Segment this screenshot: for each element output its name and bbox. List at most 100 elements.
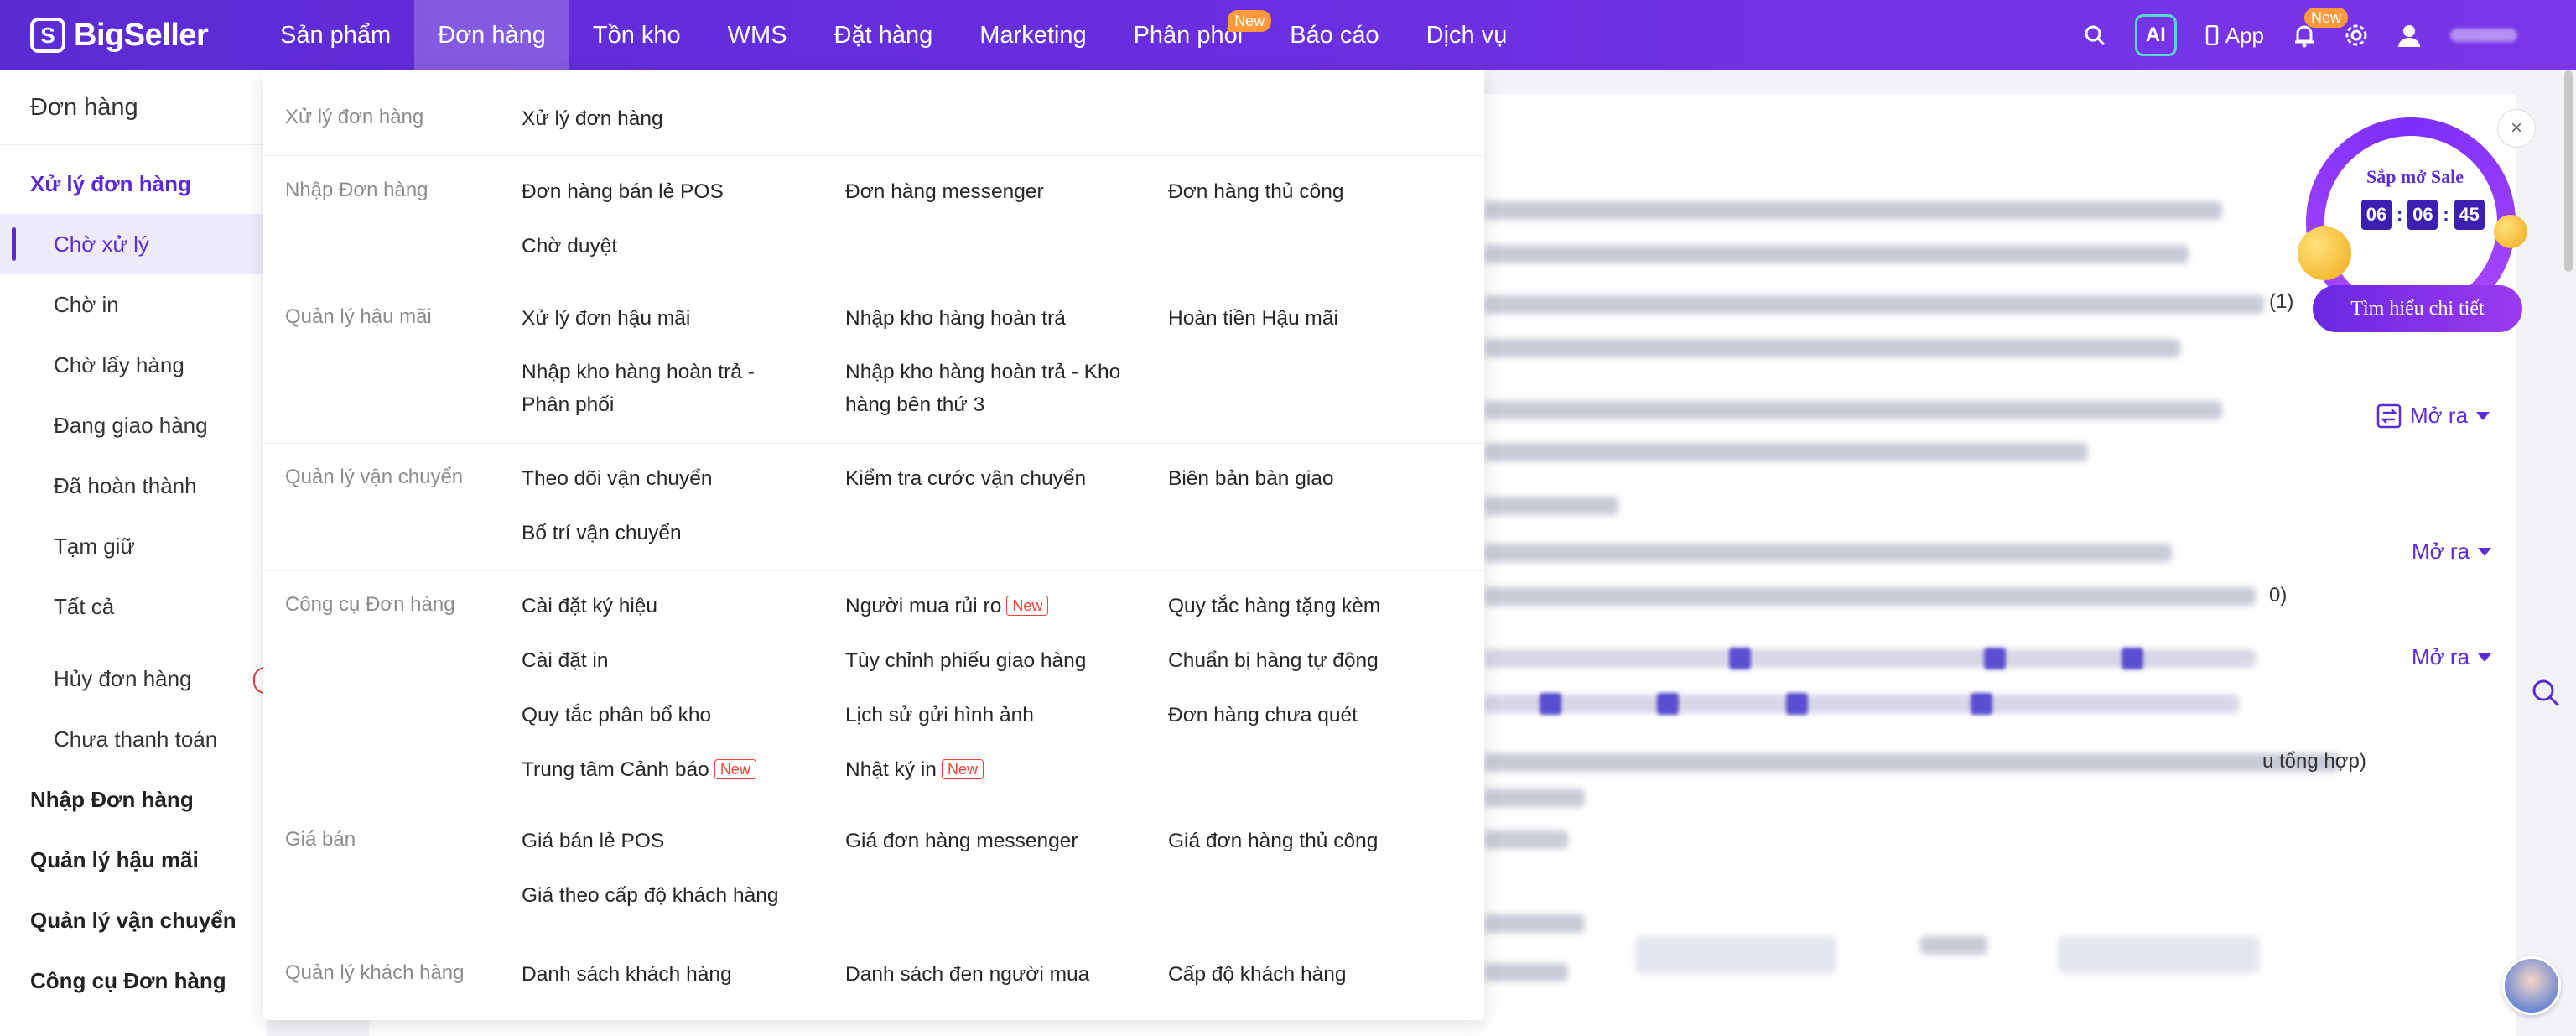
- gear-icon[interactable]: [2345, 23, 2368, 47]
- user-avatar-icon[interactable]: [2397, 23, 2422, 48]
- left-sidebar: Đơn hàng Xử lý đơn hàng Chờ xử lý Chờ in…: [0, 70, 267, 1036]
- sidebar-item-huy-don-hang[interactable]: Hủy đơn hàng: [0, 648, 267, 709]
- sidebar-group-xu-ly[interactable]: Xử lý đơn hàng: [0, 154, 267, 214]
- countdown-timer: 06: 06: 45: [2361, 200, 2485, 230]
- sidebar-group-van-chuyen[interactable]: Quản lý vận chuyển: [0, 890, 267, 950]
- menu-category: Quản lý vận chuyển: [285, 466, 464, 488]
- orders-mega-menu: Xử lý đơn hàng Xử lý đơn hàng Nhập Đơn h…: [263, 70, 1484, 1020]
- sidebar-item-cho-xu-ly[interactable]: Chờ xử lý: [0, 214, 267, 274]
- nav-dich-vu[interactable]: Dịch vụ: [1403, 0, 1531, 70]
- sale-promo-widget[interactable]: Sắp mở Sale 06: 06: 45 Tìm hiểu chi tiết: [2298, 117, 2532, 344]
- menu-section-van-chuyen: Quản lý vận chuyển Theo dõi vận chuyển K…: [263, 443, 1484, 571]
- page-scrollbar[interactable]: [2564, 70, 2573, 272]
- menu-link-theo-doi[interactable]: Theo dõi vận chuyển: [522, 462, 807, 495]
- menu-link-gia-pos[interactable]: Giá bán lẻ POS: [522, 825, 807, 857]
- notification-badge: New: [2304, 8, 2349, 28]
- menu-section-xu-ly: Xử lý đơn hàng Xử lý đơn hàng: [263, 70, 1484, 156]
- new-tag: New: [941, 759, 984, 779]
- floating-search-icon[interactable]: [2529, 676, 2563, 710]
- coin-icon: [2298, 226, 2351, 280]
- menu-section-khach-hang: Quản lý khách hàng Danh sách khách hàng …: [263, 934, 1484, 1020]
- new-tag: New: [714, 759, 756, 779]
- menu-link-hoan-tra-kho-3[interactable]: Nhập kho hàng hoàn trả - Kho hàng bên th…: [845, 356, 1130, 421]
- menu-category: Quản lý khách hàng: [285, 961, 465, 984]
- menu-link-ban-giao[interactable]: Biên bản bàn giao: [1168, 462, 1453, 495]
- menu-link-nhat-ky-in[interactable]: Nhật ký in New: [845, 753, 1130, 786]
- nav-marketing[interactable]: Marketing: [956, 0, 1109, 70]
- menu-link-messenger[interactable]: Đơn hàng messenger: [845, 175, 1130, 208]
- menu-link-pos[interactable]: Đơn hàng bán lẻ POS: [522, 175, 807, 208]
- nav-ton-kho[interactable]: Tồn kho: [569, 0, 704, 70]
- menu-link-hang-tang-kem[interactable]: Quy tắc hàng tặng kèm: [1168, 590, 1453, 622]
- sidebar-group-nhap[interactable]: Nhập Đơn hàng: [0, 769, 267, 830]
- menu-link-ky-hieu[interactable]: Cài đặt ký hiệu: [522, 590, 807, 622]
- nav-san-pham[interactable]: Sản phẩm: [257, 0, 414, 70]
- support-avatar[interactable]: [2502, 956, 2561, 1015]
- menu-link-cap-do-kh[interactable]: Cấp độ khách hàng: [1168, 958, 1453, 991]
- nav-dat-hang[interactable]: Đặt hàng: [811, 0, 957, 70]
- menu-link-hoan-tra-phan-phoi[interactable]: Nhập kho hàng hoàn trả - Phân phối: [522, 356, 807, 421]
- menu-link-gia-messenger[interactable]: Giá đơn hàng messenger: [845, 825, 1130, 857]
- expand-toggle-2[interactable]: Mở ra: [2412, 539, 2492, 565]
- menu-link-phan-bo-kho[interactable]: Quy tắc phân bổ kho: [522, 699, 807, 731]
- menu-link-chuan-bi-hang[interactable]: Chuẩn bị hàng tự động: [1168, 644, 1453, 677]
- bg-fragment-summary: u tổng hợp): [2262, 750, 2366, 773]
- bigseller-logo[interactable]: S BigSeller: [30, 18, 257, 54]
- timer-hours: 06: [2361, 200, 2392, 230]
- sidebar-item-chua-thanh-toan[interactable]: Chưa thanh toán: [0, 709, 267, 769]
- bell-icon[interactable]: New: [2293, 8, 2349, 48]
- sidebar-item-da-hoan-thanh[interactable]: Đã hoàn thành: [0, 456, 267, 516]
- nav-bao-cao[interactable]: Báo cáo: [1266, 0, 1402, 70]
- user-name-blurred[interactable]: [2450, 29, 2517, 42]
- menu-section-gia-ban: Giá bán Giá bán lẻ POS Giá đơn hàng mess…: [263, 804, 1484, 934]
- sidebar-group-hau-mai[interactable]: Quản lý hậu mãi: [0, 830, 267, 890]
- menu-link-canh-bao[interactable]: Trung tâm Cảnh báo New: [522, 753, 807, 786]
- expand-toggle-3[interactable]: Mở ra: [2412, 644, 2492, 670]
- sidebar-item-dang-giao-hang[interactable]: Đang giao hàng: [0, 395, 267, 456]
- new-tag: New: [1006, 596, 1049, 616]
- menu-link-xu-ly-don-hang[interactable]: Xử lý đơn hàng: [522, 102, 807, 135]
- logo-text: BigSeller: [74, 17, 209, 53]
- expand-toggle-1[interactable]: Mở ra: [2376, 403, 2490, 429]
- menu-link-xu-ly-hau-mai[interactable]: Xử lý đơn hậu mãi: [522, 302, 807, 335]
- sidebar-item-tam-giu[interactable]: Tạm giữ: [0, 516, 267, 576]
- menu-link-danh-sach-den[interactable]: Danh sách đen người mua: [845, 958, 1130, 991]
- nav-phan-phoi[interactable]: Phân phối New: [1110, 0, 1272, 70]
- menu-link-nhap-kho-hoan-tra[interactable]: Nhập kho hàng hoàn trả: [845, 302, 1130, 335]
- sidebar-item-tat-ca[interactable]: Tất cả: [0, 576, 267, 637]
- search-icon[interactable]: [2083, 23, 2106, 47]
- nav-wms[interactable]: WMS: [704, 0, 811, 70]
- promo-title: Sắp mở Sale: [2366, 166, 2464, 187]
- bg-fragment-count-2: 0): [2269, 584, 2288, 607]
- menu-link-cho-duyet[interactable]: Chờ duyệt: [522, 230, 807, 263]
- swap-icon: [2376, 403, 2402, 429]
- menu-link-thu-cong[interactable]: Đơn hàng thủ công: [1168, 175, 1453, 208]
- ai-button[interactable]: AI: [2134, 14, 2177, 56]
- menu-link-phieu-giao-hang[interactable]: Tùy chỉnh phiếu giao hàng: [845, 644, 1130, 677]
- menu-link-chua-quet[interactable]: Đơn hàng chưa quét: [1168, 699, 1453, 731]
- menu-link-gia-cap-do[interactable]: Giá theo cấp độ khách hàng: [522, 879, 807, 912]
- menu-link-bo-tri[interactable]: Bố trí vận chuyển: [522, 517, 807, 549]
- sidebar-group-cong-cu[interactable]: Công cụ Đơn hàng: [0, 950, 267, 1011]
- menu-link-danh-sach-kh[interactable]: Danh sách khách hàng: [522, 958, 807, 991]
- nav-don-hang[interactable]: Đơn hàng: [414, 0, 569, 70]
- logo-mark-icon: S: [30, 18, 65, 53]
- timer-minutes: 06: [2407, 200, 2438, 230]
- menu-category: Xử lý đơn hàng: [285, 106, 424, 128]
- promo-details-button[interactable]: Tìm hiểu chi tiết: [2313, 285, 2522, 332]
- sidebar-item-cho-in[interactable]: Chờ in: [0, 274, 267, 335]
- menu-link-hoan-tien[interactable]: Hoàn tiền Hậu mãi: [1168, 302, 1453, 335]
- menu-section-nhap: Nhập Đơn hàng Đơn hàng bán lẻ POS Đơn hà…: [263, 155, 1484, 284]
- menu-link-kiem-tra-cuoc[interactable]: Kiểm tra cước vận chuyển: [845, 462, 1130, 495]
- menu-category: Giá bán: [285, 828, 356, 851]
- promo-close-icon[interactable]: ×: [2497, 109, 2536, 148]
- menu-link-gia-thu-cong[interactable]: Giá đơn hàng thủ công: [1168, 825, 1453, 857]
- sidebar-item-cho-lay-hang[interactable]: Chờ lấy hàng: [0, 335, 267, 395]
- menu-link-lich-su-hinh-anh[interactable]: Lịch sử gửi hình ảnh: [845, 699, 1130, 731]
- menu-category: Công cụ Đơn hàng: [285, 593, 455, 616]
- menu-category: Nhập Đơn hàng: [285, 179, 428, 201]
- app-link[interactable]: App: [2205, 23, 2264, 49]
- menu-link-cai-dat-in[interactable]: Cài đặt in: [522, 644, 807, 677]
- menu-link-nguoi-mua-rui-ro[interactable]: Người mua rủi ro New: [845, 590, 1130, 622]
- new-badge: New: [1228, 10, 1272, 32]
